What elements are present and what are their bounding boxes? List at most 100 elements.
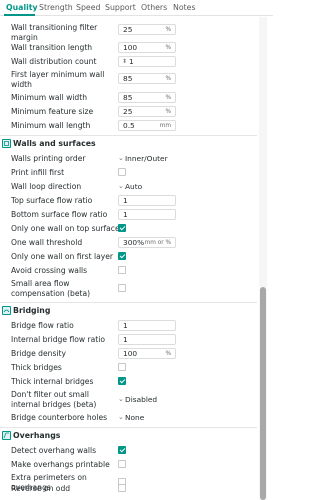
unit-label: % bbox=[165, 109, 171, 115]
chevron-down-icon: ⌄ bbox=[118, 413, 124, 421]
section-divider bbox=[0, 135, 257, 136]
tab-others[interactable]: Others bbox=[141, 3, 167, 12]
setting-label: Bridge density bbox=[11, 349, 67, 358]
setting-row: Don't filter out small internal bridges … bbox=[0, 390, 257, 410]
setting-label: Minimum feature size bbox=[11, 107, 94, 116]
internal-bridge-flow-ratio-input[interactable]: 1 bbox=[118, 334, 176, 345]
unit-label: % bbox=[165, 351, 171, 357]
setting-label: Only one wall on first layer bbox=[11, 252, 114, 261]
setting-label: Detect overhang walls bbox=[11, 446, 97, 455]
tab-support[interactable]: Support bbox=[105, 3, 136, 12]
setting-label: Wall distribution count bbox=[11, 57, 97, 66]
setting-row: Top surface flow ratio 1 bbox=[0, 195, 257, 207]
setting-row: Wall transitioning filter margin 25 % bbox=[0, 23, 257, 43]
one-wall-threshold-input[interactable]: 300% mm or % bbox=[118, 237, 176, 248]
small-area-flow-checkbox[interactable] bbox=[118, 284, 126, 292]
thick-internal-bridges-checkbox[interactable] bbox=[118, 377, 126, 385]
top-surface-flow-ratio-input[interactable]: 1 bbox=[118, 195, 176, 206]
min-wall-width-input[interactable]: 85 % bbox=[118, 92, 176, 103]
input-value: 1 bbox=[123, 335, 128, 344]
thick-bridges-checkbox[interactable] bbox=[118, 363, 126, 371]
bridging-section-header: Bridging bbox=[0, 304, 257, 318]
wall-transition-length-input[interactable]: 100 % bbox=[118, 42, 176, 53]
setting-row: Wall distribution count ⬍ 1 bbox=[0, 56, 257, 68]
tab-quality[interactable]: Quality bbox=[6, 3, 38, 12]
setting-row: Walls printing order ⌄ Inner/Outer bbox=[0, 153, 257, 165]
setting-row: Internal bridge flow ratio 1 bbox=[0, 334, 257, 346]
setting-label: Don't filter out small internal bridges … bbox=[11, 390, 97, 409]
wall-transition-filter-margin-input[interactable]: 25 % bbox=[118, 24, 176, 35]
input-value: 100 bbox=[123, 43, 138, 52]
dropdown-value: Auto bbox=[125, 182, 143, 191]
setting-label: One wall threshold bbox=[11, 238, 83, 247]
dropdown-value: None bbox=[125, 413, 145, 422]
input-value: 1 bbox=[129, 57, 134, 66]
input-value: 1 bbox=[123, 196, 128, 205]
setting-row: Wall transition length 100 % bbox=[0, 42, 257, 54]
setting-label: Bridge counterbore holes bbox=[11, 413, 108, 422]
dropdown-value: Inner/Outer bbox=[125, 154, 168, 163]
setting-label: Thick internal bridges bbox=[11, 377, 94, 386]
scrollbar-thumb[interactable] bbox=[260, 287, 266, 500]
setting-label: Wall transitioning filter margin bbox=[11, 23, 98, 42]
setting-label: Reverse on odd bbox=[11, 484, 71, 493]
wall-distribution-count-stepper[interactable]: ⬍ 1 bbox=[118, 56, 176, 67]
input-value: 85 bbox=[123, 93, 133, 102]
dropdown-value: Disabled bbox=[125, 395, 158, 404]
settings-tab-bar: Quality Strength Speed Support Others No… bbox=[0, 0, 273, 16]
setting-label: Thick bridges bbox=[11, 363, 62, 372]
unit-label: % bbox=[165, 95, 171, 101]
only-one-wall-top-checkbox[interactable] bbox=[118, 224, 126, 232]
setting-label: Make overhangs printable bbox=[11, 460, 110, 469]
overhangs-section-header: Overhangs bbox=[0, 429, 257, 443]
setting-label: First layer minimum wall width bbox=[11, 70, 105, 89]
input-value: 85 bbox=[123, 74, 133, 83]
setting-label: Small area flow compensation (beta) bbox=[11, 279, 91, 298]
setting-row: First layer minimum wall width 85 % bbox=[0, 70, 257, 90]
setting-row: Bridge counterbore holes ⌄ None bbox=[0, 412, 257, 424]
tab-strength[interactable]: Strength bbox=[39, 3, 73, 12]
bridge-density-input[interactable]: 100 % bbox=[118, 348, 176, 359]
setting-row: Make overhangs printable bbox=[0, 459, 257, 471]
setting-label: Print infill first bbox=[11, 168, 65, 177]
detect-overhang-walls-checkbox[interactable] bbox=[118, 446, 126, 454]
stepper-arrows-icon[interactable]: ⬍ bbox=[122, 57, 127, 66]
input-value: 1 bbox=[123, 321, 128, 330]
setting-label: Wall loop direction bbox=[11, 182, 82, 191]
setting-label: Bridge flow ratio bbox=[11, 321, 74, 330]
section-title: Overhangs bbox=[13, 431, 61, 440]
bridge-flow-ratio-input[interactable]: 1 bbox=[118, 320, 176, 331]
setting-row: Only one wall on top surfaces bbox=[0, 223, 257, 235]
avoid-crossing-walls-checkbox[interactable] bbox=[118, 266, 126, 274]
walls-section-header: Walls and surfaces bbox=[0, 137, 257, 151]
setting-row: One wall threshold 300% mm or % bbox=[0, 237, 257, 249]
only-one-wall-first-layer-checkbox[interactable] bbox=[118, 252, 126, 260]
setting-row: Wall loop direction ⌄ Auto bbox=[0, 181, 257, 193]
setting-row: Bridge flow ratio 1 bbox=[0, 320, 257, 332]
input-value: 0.5 bbox=[123, 121, 135, 130]
unit-label: mm bbox=[159, 123, 171, 129]
make-overhangs-printable-checkbox[interactable] bbox=[118, 460, 126, 468]
setting-row: Thick bridges bbox=[0, 362, 257, 374]
reverse-on-odd-checkbox[interactable] bbox=[118, 484, 126, 492]
setting-row: Minimum feature size 25 % bbox=[0, 106, 257, 118]
setting-label: Internal bridge flow ratio bbox=[11, 335, 106, 344]
setting-row: Thick internal bridges bbox=[0, 376, 257, 388]
input-value: 1 bbox=[123, 210, 128, 219]
bottom-surface-flow-ratio-input[interactable]: 1 bbox=[118, 209, 176, 220]
bridging-icon bbox=[2, 306, 11, 315]
setting-row: Detect overhang walls bbox=[0, 445, 257, 457]
setting-row: Only one wall on first layer bbox=[0, 251, 257, 263]
min-wall-length-input[interactable]: 0.5 mm bbox=[118, 120, 176, 131]
tab-speed[interactable]: Speed bbox=[76, 3, 100, 12]
setting-row: Bridge density 100 % bbox=[0, 348, 257, 360]
print-infill-first-checkbox[interactable] bbox=[118, 168, 126, 176]
first-layer-min-wall-width-input[interactable]: 85 % bbox=[118, 73, 176, 84]
setting-row: Bottom surface flow ratio 1 bbox=[0, 209, 257, 221]
min-feature-size-input[interactable]: 25 % bbox=[118, 106, 176, 117]
unit-label: % bbox=[165, 45, 171, 51]
setting-label: Avoid crossing walls bbox=[11, 266, 88, 275]
tab-notes[interactable]: Notes bbox=[173, 3, 196, 12]
unit-label: % bbox=[165, 27, 171, 33]
setting-label: Minimum wall length bbox=[11, 121, 91, 130]
